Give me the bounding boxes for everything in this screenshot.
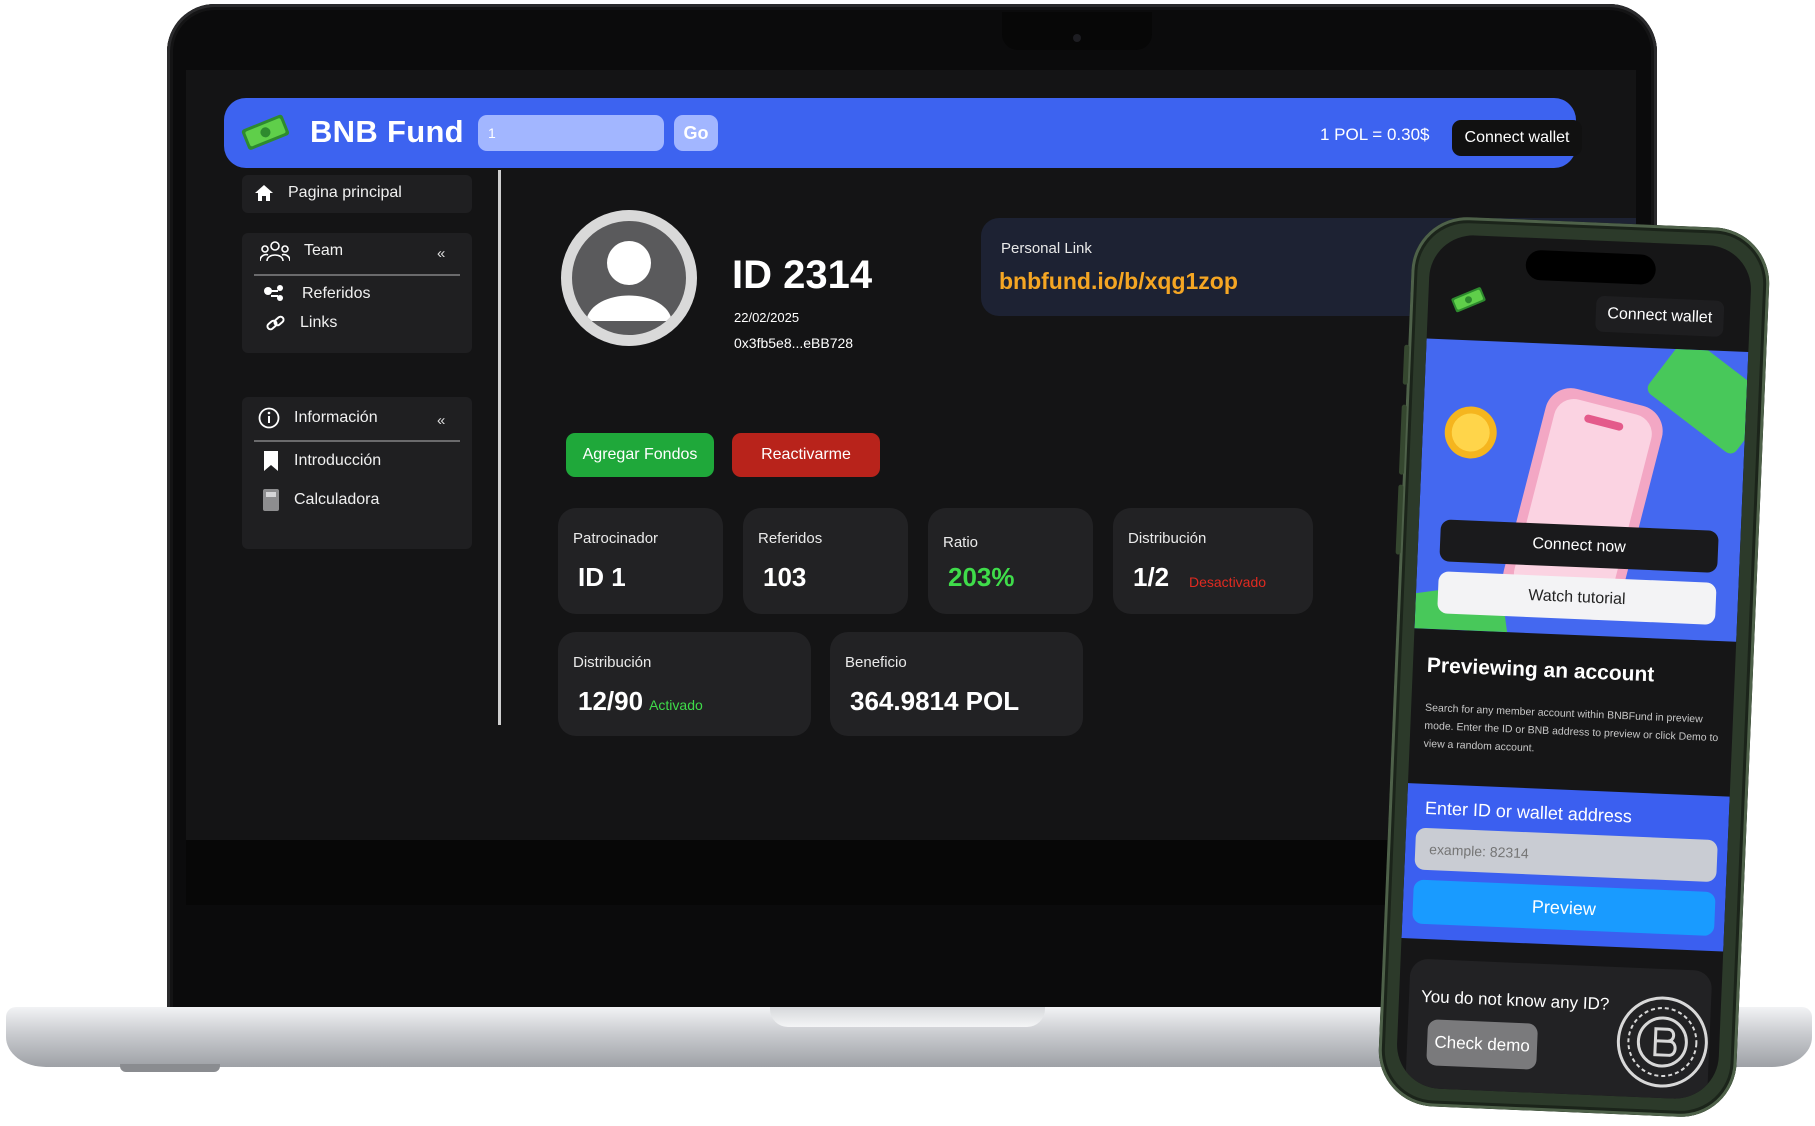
- profile-date: 22/02/2025: [734, 310, 800, 325]
- sidebar-section-label: Team: [304, 242, 344, 259]
- form-label: Enter ID or wallet address: [1424, 797, 1633, 827]
- stat-card-distribution-a: Distribución 1/2 Desactivado: [1113, 508, 1313, 614]
- sidebar-item-referidos[interactable]: Referidos: [262, 283, 370, 305]
- bnb-coin-icon: [1616, 996, 1708, 1088]
- sidebar-item-label: Links: [300, 314, 338, 331]
- sidebar-section-info[interactable]: Información: [258, 407, 378, 429]
- stat-value: 364.9814 POL: [850, 686, 1020, 716]
- sidebar-item-introduccion[interactable]: Introducción: [262, 450, 381, 472]
- demo-card: You do not know any ID? Check demo: [1405, 958, 1713, 1101]
- preview-button[interactable]: Preview: [1412, 879, 1716, 937]
- stat-card-referrals: Referidos 103: [743, 508, 908, 614]
- preview-description: Search for any member account within BNB…: [1423, 701, 1719, 755]
- avatar: [561, 210, 697, 346]
- bookmark-icon: [264, 451, 278, 471]
- sidebar-separator: [498, 170, 501, 725]
- stat-value-row: 12/90 Activado: [578, 686, 703, 717]
- demo-question: You do not know any ID?: [1420, 986, 1610, 1014]
- sidebar-item-links[interactable]: Links: [266, 314, 337, 332]
- stat-value: 12/90: [578, 686, 644, 716]
- stat-card-sponsor: Patrocinador ID 1: [558, 508, 723, 614]
- link-icon: [266, 315, 285, 331]
- sidebar-item-label: Calculadora: [294, 491, 380, 508]
- stat-value: 103: [763, 562, 807, 592]
- status-badge: Desactivado: [1189, 574, 1267, 590]
- stat-label: Patrocinador: [573, 530, 659, 547]
- phone-hero-banner: Connect now Watch tutorial: [1414, 338, 1749, 642]
- connect-wallet-button[interactable]: Connect wallet: [1452, 120, 1582, 156]
- phone-screen: Connect wallet Connect now Watch tutoria…: [1395, 233, 1753, 1101]
- profile-id: ID 2314: [732, 253, 873, 297]
- sidebar-section-label: Información: [294, 409, 378, 426]
- laptop-groove: [770, 1007, 1045, 1027]
- profile-wallet: 0x3fb5e8...eBB728: [734, 335, 854, 351]
- phone-side-button: [1402, 344, 1410, 385]
- sidebar-item-calculadora[interactable]: Calculadora: [262, 488, 379, 512]
- laptop-foot: [120, 1064, 220, 1072]
- stat-label: Ratio: [943, 534, 979, 551]
- check-demo-button[interactable]: Check demo: [1426, 1019, 1539, 1070]
- go-button[interactable]: Go: [674, 115, 718, 151]
- personal-link-url[interactable]: bnbfund.io/b/xqg1zop: [999, 268, 1238, 295]
- collapse-info-icon[interactable]: «: [437, 412, 445, 429]
- stat-card-ratio: Ratio 203%: [928, 508, 1093, 614]
- money-bill-logo: [241, 114, 290, 150]
- preview-form: Enter ID or wallet address Preview: [1401, 783, 1730, 952]
- personal-link-label: Personal Link: [1001, 240, 1092, 257]
- top-navbar: BNB Fund Go 1 POL = 0.30$ Connect wallet: [224, 98, 1582, 168]
- info-icon: [258, 407, 280, 429]
- laptop-notch: [1002, 12, 1152, 50]
- divider: [254, 274, 460, 276]
- add-funds-button[interactable]: Agregar Fondos: [566, 433, 714, 477]
- phone-connect-wallet-button[interactable]: Connect wallet: [1595, 295, 1725, 337]
- dynamic-island: [1525, 249, 1657, 286]
- preview-title: Previewing an account: [1426, 653, 1655, 687]
- phone-frame: Connect wallet Connect now Watch tutoria…: [1376, 214, 1772, 1120]
- divider: [254, 440, 460, 442]
- stat-value: 203%: [948, 562, 1015, 592]
- reactivate-button[interactable]: Reactivarme: [732, 433, 880, 477]
- calculator-icon: [263, 489, 279, 511]
- exchange-rate: 1 POL = 0.30$: [1320, 125, 1430, 144]
- stat-card-benefit: Beneficio 364.9814 POL: [830, 632, 1083, 736]
- stat-label: Distribución: [573, 654, 652, 671]
- stat-value: 1/2: [1133, 562, 1170, 592]
- stat-label: Beneficio: [845, 654, 907, 671]
- sidebar-section-team[interactable]: Team: [260, 240, 343, 262]
- search-input[interactable]: [478, 115, 664, 151]
- sidebar-item-home[interactable]: Pagina principal: [254, 183, 402, 203]
- sidebar-item-label: Introducción: [294, 452, 382, 469]
- stat-value: ID 1: [578, 562, 626, 592]
- stat-card-distribution-b: Distribución 12/90 Activado: [558, 632, 811, 736]
- collapse-team-icon[interactable]: «: [437, 245, 445, 262]
- money-bill-logo: [1451, 287, 1486, 313]
- id-or-wallet-input[interactable]: [1414, 827, 1718, 883]
- stat-label: Distribución: [1128, 530, 1207, 547]
- home-icon: [255, 185, 273, 201]
- referrals-icon: [264, 285, 283, 301]
- team-icon: [260, 241, 290, 262]
- laptop-camera: [1073, 34, 1081, 42]
- sidebar-item-label: Pagina principal: [288, 184, 402, 201]
- brand-name: BNB Fund: [310, 114, 464, 149]
- avatar-icon: [586, 241, 672, 321]
- status-badge: Activado: [649, 697, 703, 713]
- stat-label: Referidos: [758, 530, 823, 547]
- sidebar-item-label: Referidos: [302, 285, 371, 302]
